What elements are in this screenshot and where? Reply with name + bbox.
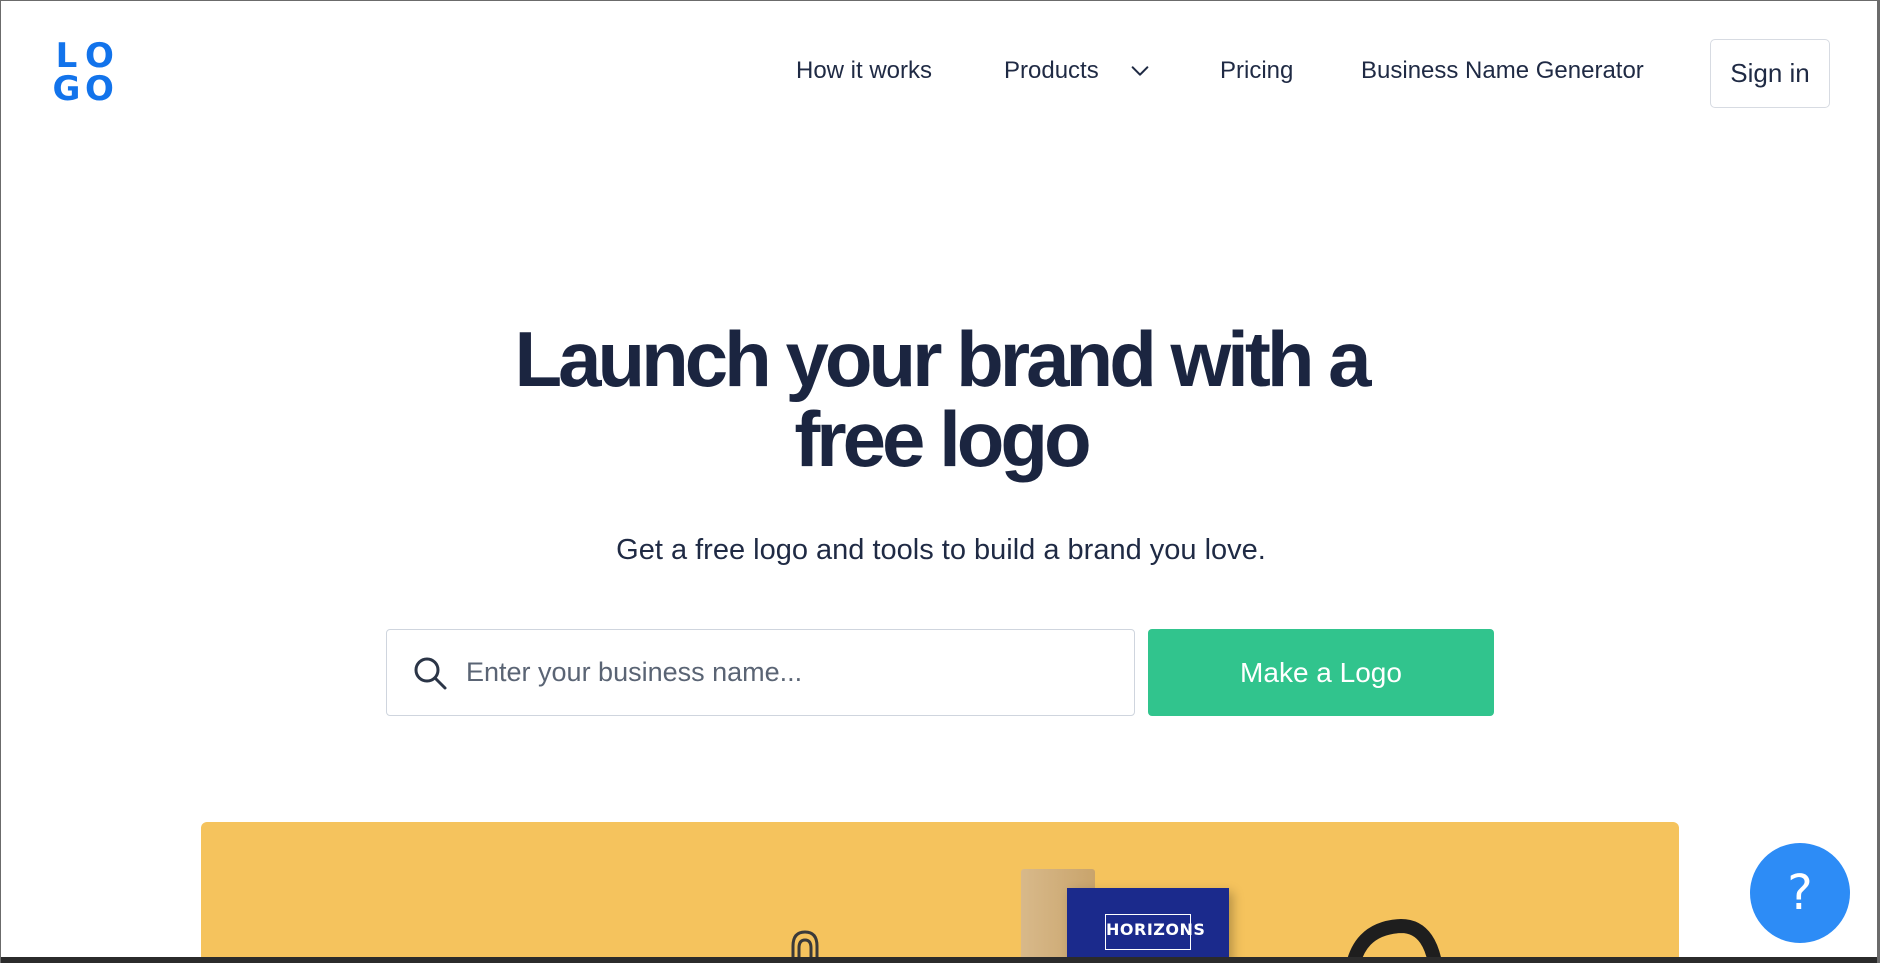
- nav-how-it-works[interactable]: How it works: [796, 57, 932, 85]
- sign-in-button[interactable]: Sign in: [1710, 39, 1830, 108]
- nav-pricing[interactable]: Pricing: [1220, 57, 1293, 85]
- hero-title-line-2: free logo: [794, 395, 1091, 483]
- hero-title: Launch your brand with a free logo: [441, 319, 1441, 479]
- hero-title-line-1: Launch your brand with a: [514, 315, 1371, 403]
- nav-products-label: Products: [1004, 57, 1099, 84]
- browser-viewport: L O G O How it works Products Pricing Bu…: [0, 0, 1880, 963]
- make-a-logo-button[interactable]: Make a Logo: [1148, 629, 1494, 716]
- site-logo[interactable]: L O G O: [50, 39, 116, 109]
- logo-letter: O: [85, 69, 114, 109]
- logo-letter: G: [52, 69, 81, 109]
- hero-subtitle: Get a free logo and tools to build a bra…: [616, 534, 1266, 566]
- business-card-text: HORIZONS: [1105, 914, 1205, 950]
- help-button[interactable]: ?: [1750, 843, 1850, 943]
- chevron-down-icon: [1131, 66, 1149, 76]
- nav-products[interactable]: Products: [1004, 57, 1151, 85]
- business-name-input[interactable]: [466, 642, 1116, 703]
- hero-banner-image: HORIZONS: [201, 822, 1679, 963]
- business-card-image: HORIZONS: [1067, 888, 1229, 963]
- business-name-search: [386, 629, 1135, 716]
- nav-business-name-generator[interactable]: Business Name Generator: [1361, 57, 1644, 85]
- search-icon: [414, 657, 447, 689]
- window-bottom-edge: [1, 957, 1877, 963]
